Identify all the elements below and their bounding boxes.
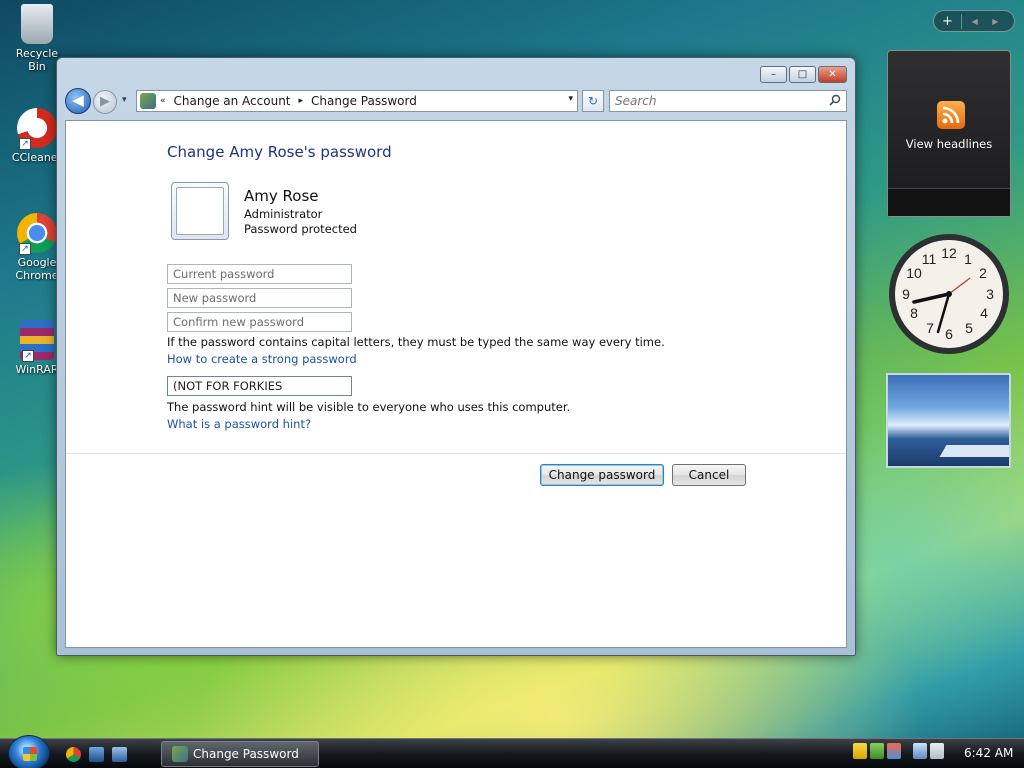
search-icon[interactable] bbox=[829, 94, 841, 106]
sidebar-toolbar: + ◀ ▶ bbox=[933, 10, 1015, 32]
refresh-button[interactable]: ↻ bbox=[582, 90, 604, 112]
switch-windows-icon[interactable] bbox=[112, 747, 127, 762]
cancel-button[interactable]: Cancel bbox=[672, 464, 746, 486]
taskbar-item-label: Change Password bbox=[193, 747, 299, 761]
network-icon[interactable] bbox=[913, 743, 927, 759]
winrar-icon: ↗ bbox=[20, 320, 54, 362]
svg-text:8: 8 bbox=[910, 305, 918, 321]
start-button[interactable] bbox=[8, 735, 50, 768]
confirm-password-input[interactable] bbox=[168, 313, 351, 331]
change-password-button[interactable]: Change password bbox=[540, 464, 664, 486]
ccleaner-icon: ↗ bbox=[17, 108, 57, 150]
svg-text:3: 3 bbox=[986, 286, 994, 302]
window-controls: – □ ✕ bbox=[760, 66, 847, 83]
slideshow-image bbox=[939, 445, 1009, 457]
page-title: Change Amy Rose's password bbox=[167, 143, 392, 161]
shortcut-arrow-icon: ↗ bbox=[22, 350, 34, 362]
user-role: Administrator bbox=[244, 207, 323, 221]
view-headlines-label[interactable]: View headlines bbox=[888, 137, 1010, 151]
svg-text:12: 12 bbox=[941, 245, 957, 261]
search-box[interactable] bbox=[609, 90, 847, 112]
system-tray bbox=[853, 743, 944, 759]
address-bar[interactable]: « Change an Account ▸ Change Password ▾ bbox=[136, 90, 578, 112]
password-hint-input[interactable] bbox=[168, 377, 351, 395]
svg-text:11: 11 bbox=[922, 251, 937, 267]
recent-pages-dropdown[interactable]: ▾ bbox=[122, 95, 127, 105]
navigation-bar: ◀ ▶ ▾ « Change an Account ▸ Change Passw… bbox=[65, 88, 847, 114]
windows-logo-icon bbox=[23, 747, 37, 761]
feed-headlines-gadget[interactable]: View headlines bbox=[887, 50, 1011, 217]
close-button[interactable]: ✕ bbox=[818, 66, 847, 83]
taskbar-item-change-password[interactable]: Change Password bbox=[161, 741, 319, 767]
clock-face-icon: 12 1 2 3 4 5 6 7 8 9 10 11 bbox=[889, 234, 1009, 354]
chrome-icon: ↗ bbox=[17, 213, 57, 255]
clock-gadget[interactable]: 12 1 2 3 4 5 6 7 8 9 10 11 bbox=[886, 230, 1012, 358]
divider bbox=[66, 453, 846, 454]
taskbar: Change Password 6:42 AM bbox=[0, 735, 1024, 768]
confirm-password-field[interactable] bbox=[167, 312, 352, 332]
content-pane: Change Amy Rose's password Amy Rose Admi… bbox=[65, 120, 847, 648]
breadcrumb-prefix[interactable]: « bbox=[160, 96, 166, 106]
svg-text:9: 9 bbox=[902, 286, 910, 302]
volume-muted-icon[interactable] bbox=[930, 743, 944, 759]
svg-text:2: 2 bbox=[979, 265, 987, 281]
breadcrumb-change-account[interactable]: Change an Account bbox=[174, 94, 291, 108]
change-password-window: – □ ✕ ◀ ▶ ▾ « Change an Account ▸ Change… bbox=[56, 57, 856, 656]
action-center-icon[interactable] bbox=[887, 743, 901, 759]
svg-text:6: 6 bbox=[945, 326, 953, 342]
back-button[interactable]: ◀ bbox=[65, 88, 91, 114]
user-accounts-icon bbox=[172, 746, 188, 762]
breadcrumb-separator-icon[interactable]: ▸ bbox=[299, 96, 304, 106]
svg-text:5: 5 bbox=[965, 320, 973, 336]
new-password-field[interactable] bbox=[167, 288, 352, 308]
user-accounts-icon bbox=[140, 93, 156, 109]
show-desktop-icon[interactable] bbox=[89, 747, 104, 762]
minimize-button[interactable]: – bbox=[760, 66, 787, 83]
strong-password-link[interactable]: How to create a strong password bbox=[167, 352, 357, 366]
caps-note: If the password contains capital letters… bbox=[167, 335, 665, 349]
shortcut-arrow-icon: ↗ bbox=[19, 138, 31, 150]
shortcut-arrow-icon: ↗ bbox=[19, 243, 31, 255]
password-hint-field[interactable] bbox=[167, 376, 352, 396]
new-password-input[interactable] bbox=[168, 289, 351, 307]
slideshow-gadget[interactable] bbox=[886, 373, 1011, 468]
clock-time[interactable]: 6:42 AM bbox=[964, 746, 1013, 760]
search-input[interactable] bbox=[610, 91, 820, 111]
gadget-nav-arrows[interactable]: ◀ ▶ bbox=[962, 17, 1014, 26]
user-name: Amy Rose bbox=[244, 187, 319, 205]
forward-button[interactable]: ▶ bbox=[93, 90, 117, 114]
recycle-bin-icon bbox=[21, 4, 53, 44]
feed-footer bbox=[888, 188, 1010, 216]
chrome-quicklaunch-icon[interactable] bbox=[66, 747, 81, 762]
security-shield-icon[interactable] bbox=[853, 743, 867, 759]
current-password-field[interactable] bbox=[167, 264, 352, 284]
address-dropdown-icon[interactable]: ▾ bbox=[568, 94, 573, 104]
svg-text:4: 4 bbox=[980, 305, 988, 321]
maximize-button[interactable]: □ bbox=[789, 66, 816, 83]
hint-note: The password hint will be visible to eve… bbox=[167, 400, 571, 414]
user-status: Password protected bbox=[244, 222, 357, 236]
svg-text:7: 7 bbox=[926, 320, 934, 336]
rss-icon bbox=[937, 101, 965, 129]
breadcrumb-change-password[interactable]: Change Password bbox=[311, 94, 417, 108]
password-hint-link[interactable]: What is a password hint? bbox=[167, 417, 311, 431]
svg-text:10: 10 bbox=[906, 265, 922, 281]
svg-text:1: 1 bbox=[964, 251, 972, 267]
current-password-input[interactable] bbox=[168, 265, 351, 283]
add-gadget-button[interactable]: + bbox=[934, 13, 962, 29]
update-icon[interactable] bbox=[870, 743, 884, 759]
avatar-picture bbox=[176, 187, 224, 235]
user-avatar bbox=[171, 182, 229, 240]
